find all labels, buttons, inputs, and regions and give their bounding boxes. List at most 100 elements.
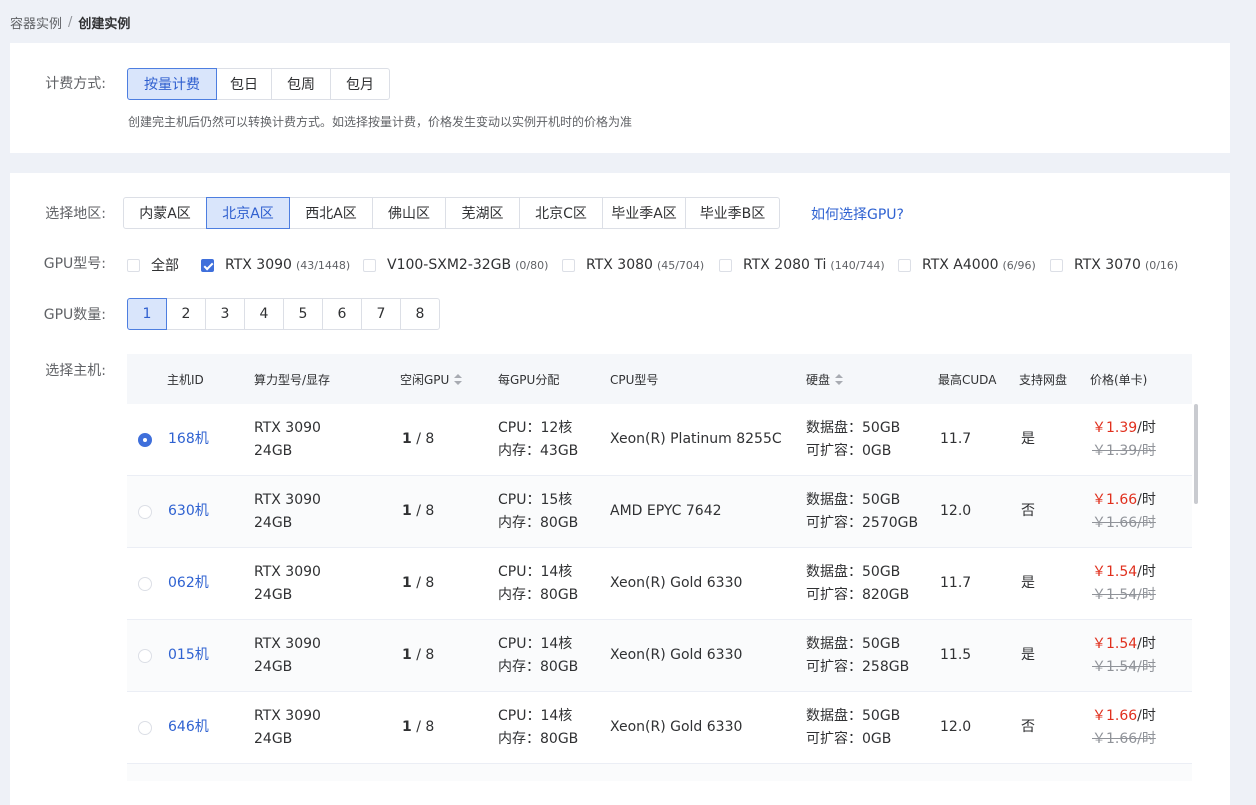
netdisk-cell: 是 [1021, 431, 1035, 447]
disk-cell: 数据盘：50GB 可扩容：0GB [806, 708, 901, 747]
checkbox-icon[interactable] [363, 258, 376, 272]
table-row[interactable]: 168机 RTX 3090 24GB 1 / 8 CPU：12核 内存：43GB X… [127, 404, 1192, 476]
gpu-count-option-selected[interactable]: 1 [127, 298, 167, 330]
region-option[interactable]: 芜湖区 [445, 197, 520, 229]
cpu-cell: AMD EPYC 7642 [610, 503, 722, 519]
free-gpu-cell: 1 / 8 [402, 503, 435, 519]
region-option[interactable]: 西北A区 [289, 197, 373, 229]
checkbox-icon[interactable] [1050, 258, 1063, 272]
radio-icon[interactable] [138, 505, 152, 519]
disk-cell: 数据盘：50GB 可扩容：2570GB [806, 492, 919, 531]
alloc-cell: CPU：14核 内存：80GB [498, 636, 579, 675]
region-option[interactable]: 毕业季B区 [685, 197, 780, 229]
price-cell: ￥1.54/时 ￥1.54/时 [1092, 636, 1156, 675]
breadcrumb-separator: / [68, 14, 73, 30]
col-cuda: 最高CUDA [938, 373, 997, 387]
checkbox-icon[interactable] [127, 258, 140, 272]
gpu-help-link[interactable]: 如何选择GPU? [811, 204, 904, 224]
billing-options: 按量计费 包日 包周 包月 [127, 68, 390, 100]
model-cell: RTX 3090 24GB [254, 564, 321, 603]
price-cell: ￥1.54/时 ￥1.54/时 [1092, 564, 1156, 603]
gpu-type-rtx3070[interactable]: RTX 3070 (0/16) [1050, 257, 1178, 273]
host-id[interactable]: 168机 [168, 428, 209, 451]
gpu-count-option[interactable]: 6 [322, 298, 362, 330]
checkbox-icon[interactable] [719, 258, 732, 272]
radio-icon[interactable] [138, 577, 152, 591]
col-free-gpu[interactable]: 空闲GPU [400, 371, 463, 388]
disk-cell: 数据盘：50GB 可扩容：820GB [806, 564, 910, 603]
table-row[interactable]: 646机 RTX 3090 24GB 1 / 8 CPU：14核 内存：80GB X… [127, 692, 1192, 764]
table-row[interactable]: 630机 RTX 3090 24GB 1 / 8 CPU：15核 内存：80GB A… [127, 476, 1192, 548]
gpu-count-option[interactable]: 2 [166, 298, 206, 330]
gpu-count-option[interactable]: 8 [400, 298, 440, 330]
col-model: 算力型号/显存 [254, 373, 331, 387]
host-id[interactable]: 015机 [168, 644, 209, 667]
host-id[interactable]: 646机 [168, 716, 209, 739]
gpu-type-rtx2080ti[interactable]: RTX 2080 Ti (140/744) [719, 257, 885, 273]
billing-card: 计费方式: 按量计费 包日 包周 包月 创建完主机后仍然可以转换计费方式。如选择… [10, 43, 1230, 153]
model-cell: RTX 3090 24GB [254, 636, 321, 675]
radio-icon[interactable] [138, 649, 152, 663]
gpu-count-option[interactable]: 5 [283, 298, 323, 330]
free-gpu-cell: 1 / 8 [402, 575, 435, 591]
radio-icon[interactable] [138, 721, 152, 735]
host-table: 主机ID 算力型号/显存 空闲GPU 每GPU分配 CPU型号 硬盘 最高CUD… [127, 354, 1192, 781]
netdisk-cell: 是 [1021, 575, 1035, 591]
col-netdisk: 支持网盘 [1019, 373, 1068, 387]
price-cell: ￥1.39/时 ￥1.39/时 [1092, 420, 1156, 459]
disk-cell: 数据盘：50GB 可扩容：258GB [806, 636, 910, 675]
col-per-gpu: 每GPU分配 [498, 373, 560, 387]
table-row[interactable]: 015机 RTX 3090 24GB 1 / 8 CPU：14核 内存：80GB X… [127, 620, 1192, 692]
region-option[interactable]: 内蒙A区 [123, 197, 207, 229]
netdisk-cell: 否 [1021, 503, 1035, 519]
billing-option-daily[interactable]: 包日 [216, 68, 272, 100]
host-label: 选择主机: [45, 363, 106, 379]
netdisk-cell: 否 [1021, 719, 1035, 735]
checkbox-icon[interactable] [562, 258, 575, 272]
sort-icon[interactable] [835, 374, 844, 385]
checkbox-checked-icon[interactable] [201, 258, 214, 272]
price-cell: ￥1.66/时 ￥1.66/时 [1092, 708, 1156, 747]
gpu-type-rtx3080[interactable]: RTX 3080 (45/704) [562, 257, 704, 273]
gpu-count-option[interactable]: 7 [361, 298, 401, 330]
billing-option-monthly[interactable]: 包月 [330, 68, 390, 100]
table-row[interactable] [127, 764, 1192, 781]
col-host-id: 主机ID [167, 373, 204, 387]
region-option-selected[interactable]: 北京A区 [206, 197, 290, 229]
billing-option-weekly[interactable]: 包周 [271, 68, 331, 100]
host-table-body: 168机 RTX 3090 24GB 1 / 8 CPU：12核 内存：43GB X… [127, 404, 1192, 781]
free-gpu-cell: 1 / 8 [402, 431, 435, 447]
checkbox-icon[interactable] [898, 258, 911, 272]
gpu-type-rtx3090[interactable]: RTX 3090 (43/1448) [201, 257, 350, 273]
gpu-count-option[interactable]: 3 [205, 298, 245, 330]
table-row[interactable]: 062机 RTX 3090 24GB 1 / 8 CPU：14核 内存：80GB X… [127, 548, 1192, 620]
gpu-type-all[interactable]: 全部 [127, 255, 179, 275]
table-scrollbar[interactable] [1194, 404, 1198, 504]
price-cell: ￥1.66/时 ￥1.66/时 [1092, 492, 1156, 531]
billing-option-hourly[interactable]: 按量计费 [127, 68, 217, 100]
breadcrumb-parent[interactable]: 容器实例 [10, 13, 62, 32]
region-option[interactable]: 毕业季A区 [602, 197, 686, 229]
region-option[interactable]: 北京C区 [519, 197, 603, 229]
host-table-header: 主机ID 算力型号/显存 空闲GPU 每GPU分配 CPU型号 硬盘 最高CUD… [127, 354, 1192, 404]
cuda-cell: 11.7 [940, 575, 972, 591]
gpu-count-options: 1 2 3 4 5 6 7 8 [127, 298, 440, 330]
netdisk-cell: 是 [1021, 647, 1035, 663]
page-title: 创建实例 [78, 16, 131, 32]
host-id[interactable]: 062机 [168, 572, 209, 595]
col-price: 价格(单卡) [1090, 373, 1148, 387]
gpu-type-rtxa4000[interactable]: RTX A4000 (6/96) [898, 257, 1036, 273]
selection-card: 选择地区: 内蒙A区 北京A区 西北A区 佛山区 芜湖区 北京C区 毕业季A区 … [10, 173, 1230, 805]
gpu-type-v100[interactable]: V100-SXM2-32GB (0/80) [363, 257, 548, 273]
host-id[interactable]: 630机 [168, 500, 209, 523]
sort-icon[interactable] [454, 374, 463, 385]
free-gpu-cell: 1 / 8 [402, 719, 435, 735]
gpu-count-option[interactable]: 4 [244, 298, 284, 330]
cpu-cell: Xeon(R) Gold 6330 [610, 575, 743, 591]
col-disk[interactable]: 硬盘 [806, 371, 844, 388]
cuda-cell: 11.7 [940, 431, 972, 447]
region-option[interactable]: 佛山区 [372, 197, 446, 229]
alloc-cell: CPU：14核 内存：80GB [498, 564, 579, 603]
cpu-cell: Xeon(R) Platinum 8255C [610, 431, 782, 447]
radio-selected-icon[interactable] [138, 433, 152, 447]
